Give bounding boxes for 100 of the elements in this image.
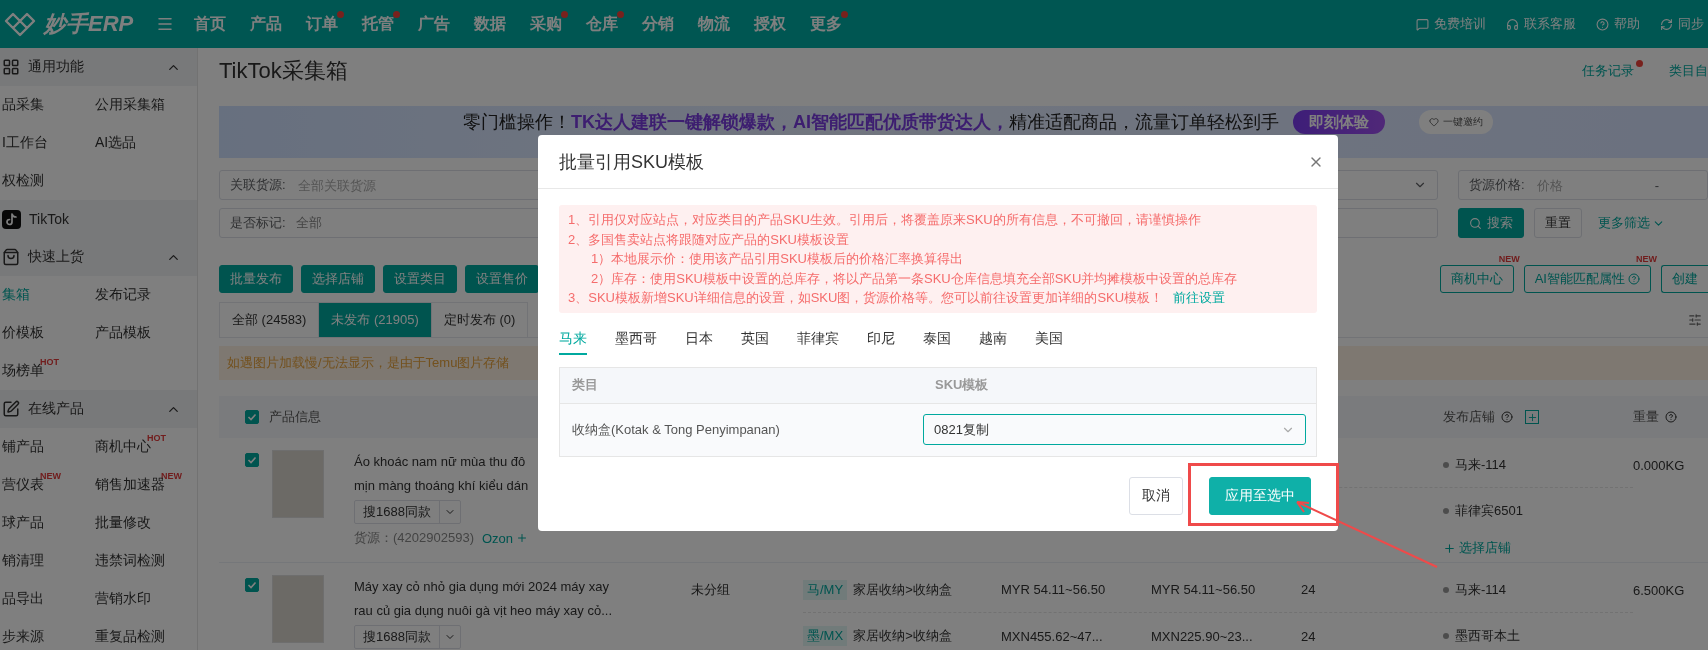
nav-item[interactable]: 物流 <box>686 13 742 35</box>
add-store-button[interactable] <box>1525 410 1539 424</box>
site-tab[interactable]: 英国 <box>741 324 769 355</box>
sidebar-item[interactable]: 产品模板 <box>95 324 151 342</box>
sidebar-item[interactable]: 步来源 <box>2 628 44 646</box>
top-link[interactable]: 联系客服 <box>1506 15 1576 33</box>
store-cell: 菲律宾6501 <box>1443 502 1633 520</box>
nav-item[interactable]: 数据 <box>462 13 518 35</box>
status-tab[interactable]: 未发布 (21905) <box>318 301 432 338</box>
check-icon <box>247 412 257 422</box>
price-cell-text: MXN225.90~23... <box>1151 628 1254 644</box>
settings-link[interactable]: 前往设置 <box>1173 290 1226 305</box>
page-title: TikTok采集箱 <box>219 57 348 85</box>
apply-button[interactable]: 应用至选中 <box>1209 476 1311 515</box>
category-cell: 墨/MX 家居收纳>收纳盒 <box>803 626 1001 646</box>
header-link[interactable]: 任务记录 <box>1582 62 1643 80</box>
action-button[interactable]: 批量发布 <box>219 265 293 293</box>
platform-link[interactable]: Ozon <box>481 530 529 546</box>
site-tab[interactable]: 越南 <box>979 324 1007 355</box>
nav-item[interactable]: 首页 <box>182 13 238 35</box>
promo-tag-label: NEW <box>1498 254 1520 264</box>
feature-button[interactable]: 创建 <box>1661 265 1708 293</box>
search-button[interactable]: 搜索 <box>1458 208 1524 238</box>
sidebar-section-header[interactable]: 通用功能 <box>0 48 197 86</box>
cancel-button[interactable]: 取消 <box>1129 476 1183 515</box>
action-button[interactable]: 设置售价 <box>465 265 539 293</box>
template-select[interactable]: 0821复制 <box>923 414 1306 445</box>
nav-item[interactable]: 更多 <box>798 13 854 35</box>
sidebar-item[interactable]: 发布记录 <box>95 286 151 304</box>
row-checkbox[interactable] <box>245 453 259 467</box>
sidebar-item[interactable]: 权检测 <box>2 172 44 190</box>
more-filters-link[interactable]: 更多筛选 <box>1598 214 1665 232</box>
nav-item[interactable]: 广告 <box>406 13 462 35</box>
sidebar-item[interactable]: 价模板 <box>2 324 44 342</box>
sidebar-section-header[interactable]: TikTok <box>0 200 197 238</box>
notification-dot <box>337 10 344 18</box>
nav-item[interactable]: 授权 <box>742 13 798 35</box>
sidebar-item[interactable]: 品导出 <box>2 590 44 608</box>
top-link[interactable]: 同步 <box>1660 15 1704 33</box>
site-tab[interactable]: 菲律宾 <box>797 324 839 355</box>
sidebar-item[interactable]: 营销水印 <box>95 590 151 608</box>
search-1688-dropdown[interactable]: 搜1688同款 <box>354 500 461 524</box>
nav-item[interactable]: 订单 <box>294 13 350 35</box>
column-header: 发布店铺 <box>1443 408 1495 426</box>
sidebar-item[interactable]: 铺产品 <box>2 438 44 456</box>
sidebar-item[interactable]: 重复品检测 <box>95 628 165 646</box>
stock-cell-text: 24 <box>1301 628 1317 644</box>
sidebar-item[interactable]: 公用采集箱 <box>95 96 165 114</box>
bag-icon <box>2 248 20 266</box>
product-title: rau củ gia dụng nuôi gà vịt heo máy xay cỏ... <box>354 602 612 620</box>
status-tab[interactable]: 定时发布 (0) <box>430 301 529 338</box>
weight-cell: 0.000KG <box>1633 457 1685 473</box>
nav-item[interactable]: 仓库 <box>574 13 630 35</box>
source-id: 货源：(4202902593) <box>354 529 474 547</box>
site-tab[interactable]: 马来 <box>559 324 587 355</box>
notification-dot <box>1636 60 1643 67</box>
site-tab[interactable]: 墨西哥 <box>615 324 657 355</box>
try-now-button[interactable]: 即刻体验 <box>1293 110 1385 134</box>
sidebar-item[interactable]: 品采集 <box>2 96 44 114</box>
menu-icon[interactable] <box>156 15 174 33</box>
help-icon <box>1596 17 1609 31</box>
sidebar-item[interactable]: 球产品 <box>2 514 44 532</box>
sidebar-item[interactable]: 集箱 <box>2 286 30 304</box>
action-button[interactable]: 设置类目 <box>383 265 457 293</box>
feature-button[interactable]: 商机中心 <box>1439 265 1514 293</box>
top-link[interactable]: 帮助 <box>1596 15 1640 33</box>
site-tab[interactable]: 美国 <box>1035 324 1063 355</box>
sidebar-item[interactable]: AI选品 <box>95 134 137 152</box>
site-tab[interactable]: 日本 <box>685 324 713 355</box>
nav-item[interactable]: 采购 <box>518 13 574 35</box>
feature-button[interactable]: AI智能匹配属性 <box>1523 265 1651 293</box>
column-settings-icon[interactable] <box>1688 312 1702 327</box>
sidebar-item[interactable]: 批量修改 <box>95 514 151 532</box>
help-icon <box>1628 273 1640 285</box>
sidebar-section-header[interactable]: 快速上货 <box>0 238 197 276</box>
row-checkbox[interactable] <box>245 578 259 592</box>
header-link[interactable]: 类目自 <box>1669 62 1708 80</box>
chat-icon <box>1416 17 1429 31</box>
top-link[interactable]: 免费培训 <box>1416 15 1486 33</box>
site-tab[interactable]: 印尼 <box>867 324 895 355</box>
sidebar-item[interactable]: 销清理 <box>2 552 44 570</box>
site-tab[interactable]: 泰国 <box>923 324 951 355</box>
nav-item[interactable]: 分销 <box>630 13 686 35</box>
search-1688-dropdown[interactable]: 搜1688同款 <box>354 625 461 649</box>
action-button[interactable]: 选择店铺 <box>301 265 375 293</box>
grid-icon <box>2 58 20 76</box>
help-icon <box>1665 411 1677 423</box>
warning-line: 1、引用仅对应站点，对应类目的产品SKU生效。引用后，将覆盖原来SKU的所有信息，不可撤回，请谨慎操作 <box>568 211 1202 229</box>
plus-icon <box>1526 411 1538 423</box>
price-cell-text: MXN455.62~47... <box>1001 628 1104 644</box>
status-tab[interactable]: 全部 (24583) <box>219 301 320 338</box>
filter-label: 是否标记: <box>230 214 286 232</box>
select-store-link[interactable]: 选择店铺 <box>1443 539 1511 557</box>
select-all-checkbox[interactable] <box>245 410 259 424</box>
sidebar-section-header[interactable]: 在线产品 <box>0 390 197 428</box>
reset-button[interactable]: 重置 <box>1534 208 1582 238</box>
sidebar-item[interactable]: I工作台 <box>2 134 48 152</box>
sidebar-item[interactable]: 违禁词检测 <box>95 552 165 570</box>
nav-item[interactable]: 托管 <box>350 13 406 35</box>
nav-item[interactable]: 产品 <box>238 13 294 35</box>
